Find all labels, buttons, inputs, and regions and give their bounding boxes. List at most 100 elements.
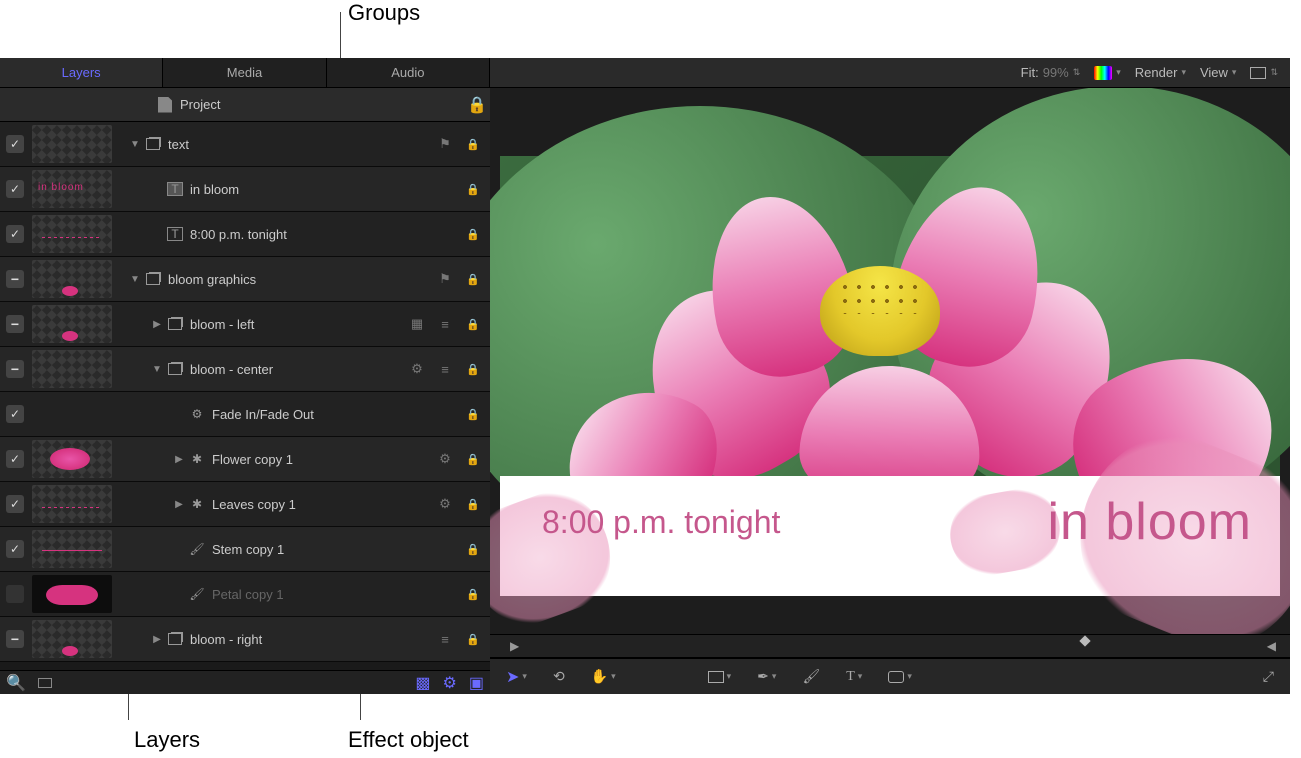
project-row[interactable]: Project 🔒 (0, 88, 490, 122)
pan-tool[interactable]: ✋▾ (591, 668, 616, 685)
layer-row[interactable]: 🖌Petal copy 1🔒 (0, 572, 490, 617)
layer-row[interactable]: ⚙Fade In/Fade Out🔒 (0, 392, 490, 437)
blend-icon[interactable]: ≡ (436, 362, 454, 377)
in-marker-icon[interactable]: ▶ (510, 639, 519, 653)
view-popup[interactable]: View ▾ (1200, 65, 1236, 80)
chevron-down-icon: ▾ (1232, 67, 1237, 78)
layer-row[interactable]: Tin bloom🔒 (0, 167, 490, 212)
layer-name[interactable]: bloom - right (190, 632, 262, 647)
layer-thumbnail (32, 440, 112, 478)
flag-icon[interactable]: ⚑ (436, 271, 454, 287)
lock-icon[interactable]: 🔒 (464, 363, 482, 376)
gear-icon[interactable]: ⚙ (408, 361, 426, 377)
filter-checker-icon[interactable]: ▩ (415, 673, 430, 693)
layer-name[interactable]: in bloom (190, 182, 239, 197)
brush-tool[interactable]: 🖌 (802, 668, 820, 685)
visibility-checkbox[interactable] (6, 270, 24, 288)
disclosure-triangle[interactable]: ▼ (130, 274, 140, 285)
layer-row[interactable]: ▶ bloom - right ≡ 🔒 (0, 617, 490, 662)
visibility-checkbox[interactable] (6, 225, 24, 243)
select-tool[interactable]: ➤▾ (506, 667, 527, 687)
out-marker-icon[interactable]: ◀ (1267, 639, 1276, 653)
tab-layers[interactable]: Layers (0, 58, 163, 87)
playhead[interactable] (1080, 637, 1090, 655)
lock-icon[interactable]: 🔒 (464, 408, 482, 421)
lock-icon[interactable]: 🔒 (464, 138, 482, 151)
frame-icon[interactable] (38, 678, 52, 688)
layout-popup[interactable]: ⇅ (1250, 67, 1278, 79)
lock-icon[interactable]: 🔒 (464, 228, 482, 241)
visibility-checkbox[interactable] (6, 450, 24, 468)
visibility-checkbox[interactable] (6, 315, 24, 333)
lock-icon[interactable]: 🔒 (464, 588, 482, 601)
disclosure-triangle[interactable]: ▼ (130, 139, 140, 150)
layer-row[interactable]: ▶✱Leaves copy 1⚙🔒 (0, 482, 490, 527)
layer-name[interactable]: Leaves copy 1 (212, 497, 296, 512)
rectangle-tool[interactable]: ▾ (708, 671, 732, 683)
search-icon[interactable]: 🔍 (6, 673, 26, 693)
disclosure-triangle[interactable]: ▶ (152, 634, 162, 645)
layer-row[interactable]: ▼ bloom - center ⚙ ≡ 🔒 (0, 347, 490, 392)
layer-row[interactable]: T8:00 p.m. tonight🔒 (0, 212, 490, 257)
layer-thumbnail (32, 350, 112, 388)
gear-icon[interactable]: ⚙ (436, 451, 454, 467)
lock-icon[interactable]: 🔒 (464, 183, 482, 196)
layer-row[interactable]: ▼ bloom graphics ⚑ 🔒 (0, 257, 490, 302)
visibility-checkbox[interactable] (6, 540, 24, 558)
hand-icon: ✋ (591, 668, 608, 685)
visibility-checkbox[interactable] (6, 135, 24, 153)
visibility-checkbox[interactable] (6, 180, 24, 198)
layer-name[interactable]: Fade In/Fade Out (212, 407, 314, 422)
disclosure-triangle[interactable]: ▶ (152, 319, 162, 330)
fit-popup[interactable]: Fit: 99% ⇅ (1021, 65, 1081, 80)
layer-name[interactable]: bloom graphics (168, 272, 256, 287)
timeline-ruler[interactable]: ▶ ◀ (490, 634, 1290, 658)
canvas[interactable]: 8:00 p.m. tonight in bloom (500, 156, 1280, 596)
layer-row[interactable]: 🖌Stem copy 1🔒 (0, 527, 490, 572)
expand-icon[interactable]: ⤢ (1263, 668, 1274, 685)
layer-name[interactable]: Flower copy 1 (212, 452, 293, 467)
filter-gear-icon[interactable]: ⚙ (443, 673, 457, 693)
flag-icon[interactable]: ⚑ (436, 136, 454, 152)
layer-name[interactable]: bloom - left (190, 317, 254, 332)
blend-icon[interactable]: ≡ (436, 317, 454, 332)
tab-media[interactable]: Media (163, 58, 326, 87)
lock-icon[interactable]: 🔒 (464, 633, 482, 646)
layer-row[interactable]: ▼ text ⚑ 🔒 (0, 122, 490, 167)
layer-row[interactable]: ▶✱Flower copy 1⚙🔒 (0, 437, 490, 482)
visibility-checkbox[interactable] (6, 495, 24, 513)
visibility-checkbox[interactable] (6, 585, 24, 603)
disclosure-triangle[interactable]: ▼ (152, 364, 162, 375)
lock-icon[interactable]: 🔒 (464, 273, 482, 286)
lock-icon[interactable]: 🔒 (464, 95, 490, 115)
disclosure-triangle[interactable]: ▶ (174, 454, 184, 465)
orbit-icon: ⟲ (553, 668, 565, 685)
layer-name[interactable]: Stem copy 1 (212, 542, 284, 557)
layer-name[interactable]: Petal copy 1 (212, 587, 284, 602)
tab-audio[interactable]: Audio (327, 58, 490, 87)
gear-icon[interactable]: ⚙ (436, 496, 454, 512)
visibility-checkbox[interactable] (6, 405, 24, 423)
disclosure-triangle[interactable]: ▶ (174, 499, 184, 510)
transform-3d-tool[interactable]: ⟲ (553, 668, 565, 685)
layer-name[interactable]: text (168, 137, 189, 152)
blend-icon[interactable]: ≡ (436, 632, 454, 647)
pen-tool[interactable]: ✒▾ (757, 668, 776, 685)
layer-name[interactable]: 8:00 p.m. tonight (190, 227, 287, 242)
visibility-checkbox[interactable] (6, 360, 24, 378)
lock-icon[interactable]: 🔒 (464, 498, 482, 511)
visibility-checkbox[interactable] (6, 630, 24, 648)
lock-icon[interactable]: 🔒 (464, 453, 482, 466)
mask-icon (888, 671, 904, 683)
filter-mask-icon[interactable]: ▣ (469, 673, 484, 693)
boxes-icon[interactable]: ▦ (408, 316, 426, 332)
layer-name[interactable]: bloom - center (190, 362, 273, 377)
fit-value: 99% (1043, 65, 1069, 80)
render-popup[interactable]: Render ▾ (1135, 65, 1186, 80)
color-channel-popup[interactable]: ▾ (1094, 66, 1121, 80)
text-tool[interactable]: T▾ (846, 669, 862, 685)
lock-icon[interactable]: 🔒 (464, 543, 482, 556)
mask-tool[interactable]: ▾ (888, 671, 912, 683)
layer-row[interactable]: ▶ bloom - left ▦ ≡ 🔒 (0, 302, 490, 347)
lock-icon[interactable]: 🔒 (464, 318, 482, 331)
